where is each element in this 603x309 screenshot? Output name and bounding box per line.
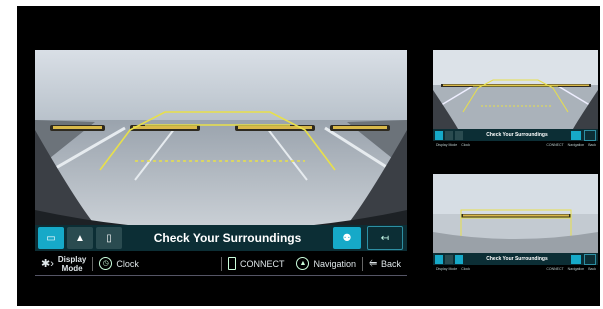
camera-thumbnail-1[interactable] <box>433 50 598 129</box>
thumb1-connect-label: CONNECT <box>546 143 564 147</box>
thumb1-side-view-icon <box>455 130 463 140</box>
connect-label: CONNECT <box>239 258 285 269</box>
navigation-button[interactable]: ▲ Navigation <box>290 257 362 270</box>
navigation-icon: ▲ <box>296 257 310 270</box>
thumb1-rear-view-icon <box>445 130 453 140</box>
thumb2-display-mode-label: Display Mode <box>436 267 458 271</box>
rear-view-icon: ▲ <box>75 232 85 244</box>
thumb1-title: Check Your Surroundings <box>486 132 548 138</box>
display-mode-icon: ✱› <box>41 258 54 270</box>
thumb2-back-label: Back <box>588 267 596 271</box>
thumb1-toolbar: Check Your Surroundings <box>433 129 598 141</box>
thumb2-connect-label: CONNECT <box>546 267 564 271</box>
thumb1-top-view-icon <box>435 130 443 140</box>
rear-camera-view <box>35 50 407 225</box>
thumb2-top-view-icon <box>435 254 443 264</box>
phone-icon <box>227 257 236 270</box>
thumb1-navigation-label: Navigation <box>567 143 585 147</box>
thumb2-status-bar: Display Mode Clock CONNECT Navigation Ba… <box>436 267 596 271</box>
back-camera-button[interactable]: ↤ <box>367 226 403 250</box>
connect-button[interactable]: CONNECT <box>222 257 291 270</box>
thumb2-navigation-label: Navigation <box>567 267 585 271</box>
thumb2-title: Check Your Surroundings <box>486 256 548 262</box>
thumb2-scene <box>433 174 598 253</box>
display-mode-label: Display Mode <box>57 254 87 273</box>
thumb1-back-label: Back <box>588 143 596 147</box>
navigation-label: Navigation <box>313 258 356 269</box>
thumb2-back-arrow-icon <box>584 253 596 265</box>
back-button[interactable]: ⥢ Back <box>363 258 407 269</box>
camera-toolbar: ▭ ▲ ▯ Check Your Surroundings ⚉ ↤ <box>35 225 407 251</box>
rear-view-button[interactable]: ▲ <box>67 227 93 249</box>
thumb2-side-view-icon <box>455 254 463 264</box>
camera-scene <box>35 50 407 225</box>
display-mode-button[interactable]: ✱› Display Mode <box>35 255 92 273</box>
top-view-icon: ▭ <box>46 232 56 244</box>
thumb2-toolbar: Check Your Surroundings <box>433 253 598 265</box>
clock-label: Clock <box>116 258 139 269</box>
thumb2-clock-label: Clock <box>461 267 470 271</box>
thumb1-parking-sensor-icon <box>571 130 581 140</box>
side-view-icon: ▯ <box>106 232 112 244</box>
thumb1-display-mode-label: Display Mode <box>436 143 458 147</box>
back-arrow-icon: ↤ <box>380 232 390 244</box>
clock-button[interactable]: ◷ Clock <box>93 257 145 270</box>
thumb2-rear-view-icon <box>445 254 453 264</box>
parking-sensor-button[interactable]: ⚉ <box>333 227 361 249</box>
clock-icon: ◷ <box>99 257 113 270</box>
thumb2-parking-sensor-icon <box>571 254 581 264</box>
back-icon: ⥢ <box>368 258 377 269</box>
thumb1-clock-label: Clock <box>461 143 470 147</box>
side-view-button[interactable]: ▯ <box>96 227 122 249</box>
thumb1-back-arrow-icon <box>584 129 596 141</box>
status-bar: ✱› Display Mode ◷ Clock CONNECT ▲ Naviga… <box>35 252 407 276</box>
top-view-button[interactable]: ▭ <box>38 227 64 249</box>
camera-thumbnail-2[interactable] <box>433 174 598 253</box>
page-title: Check Your Surroundings <box>153 231 302 245</box>
parking-sensor-icon: ⚉ <box>342 232 352 244</box>
thumb1-scene <box>433 50 598 129</box>
back-label: Back <box>380 258 401 269</box>
thumb1-status-bar: Display Mode Clock CONNECT Navigation Ba… <box>436 143 596 147</box>
